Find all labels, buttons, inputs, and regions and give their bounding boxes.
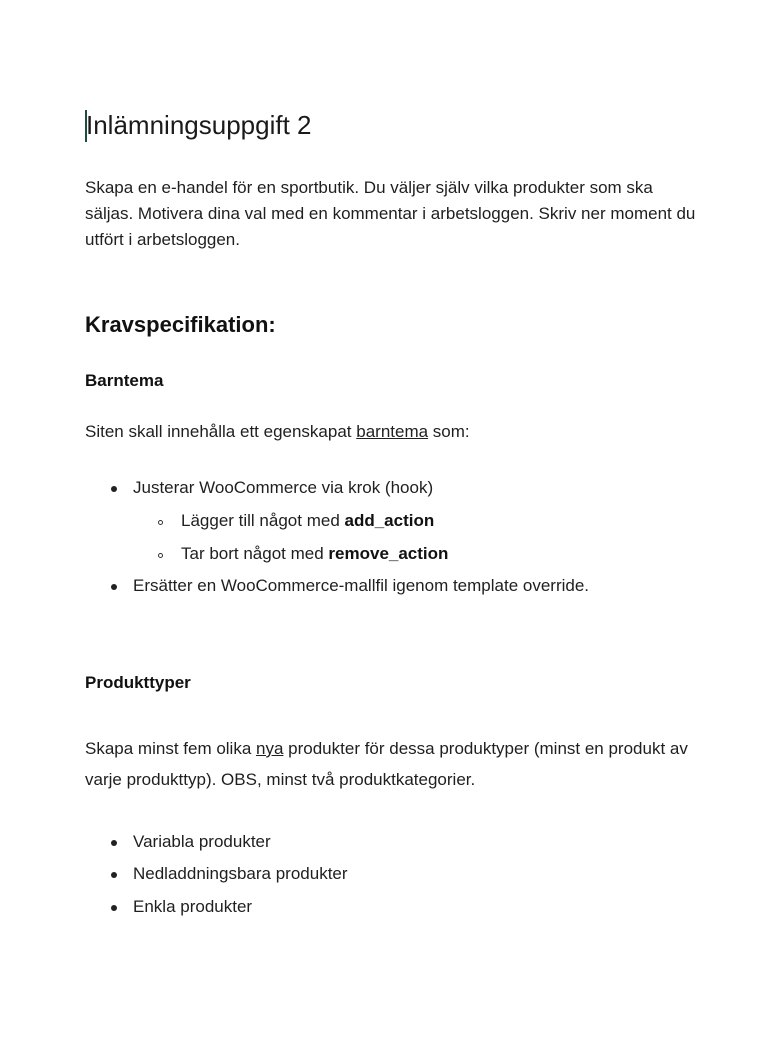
produkttyper-heading[interactable]: Produkttyper: [85, 671, 191, 695]
bullet-dot-icon: [111, 840, 117, 846]
list-item-text: Enkla produkter: [133, 897, 253, 916]
list-item[interactable]: Variabla produkter: [133, 830, 271, 854]
list-item-text: Lägger till något med: [181, 511, 345, 530]
code-text: add_action: [344, 511, 435, 530]
produkttyper-text-before: Skapa minst fem olika: [85, 739, 257, 758]
bullet-dot-icon: [111, 486, 117, 492]
list-item-text: Justerar WooCommerce via krok (hook): [133, 478, 434, 497]
requirements-heading[interactable]: Kravspecifikation:: [85, 309, 276, 341]
barntema-heading[interactable]: Barntema: [85, 369, 163, 393]
list-item-text: Variabla produkter: [133, 832, 271, 851]
list-item[interactable]: Ersätter en WooCommerce-mallfil igenom t…: [133, 574, 589, 598]
produkttyper-underline: nya: [256, 739, 284, 758]
barntema-text-after: som:: [428, 422, 470, 441]
bullet-dot-icon: [111, 905, 117, 911]
barntema-link[interactable]: barntema: [356, 422, 428, 441]
produkttyper-paragraph[interactable]: Skapa minst fem olika nya produkter för …: [85, 733, 705, 795]
list-item[interactable]: Lägger till något med add_action: [181, 509, 434, 533]
code-text: remove_action: [328, 544, 449, 563]
bullet-dot-icon: [111, 872, 117, 878]
list-item[interactable]: Nedladdningsbara produkter: [133, 862, 348, 886]
bullet-dot-icon: [111, 584, 117, 590]
list-item-text: Tar bort något med: [181, 544, 329, 563]
document-title[interactable]: Inlämningsuppgift 2: [86, 108, 311, 142]
document-page: Inlämningsuppgift 2 Skapa en e-handel fö…: [0, 0, 776, 1042]
barntema-paragraph[interactable]: Siten skall innehålla ett egenskapat bar…: [85, 419, 705, 445]
list-item[interactable]: Enkla produkter: [133, 895, 252, 919]
bullet-circle-icon: [158, 553, 163, 558]
intro-paragraph[interactable]: Skapa en e-handel för en sportbutik. Du …: [85, 175, 705, 253]
list-item-text: Ersätter en WooCommerce-mallfil igenom t…: [133, 576, 590, 595]
list-item-text: Nedladdningsbara produkter: [133, 864, 348, 883]
list-item[interactable]: Justerar WooCommerce via krok (hook): [133, 476, 433, 500]
list-item[interactable]: Tar bort något med remove_action: [181, 542, 448, 566]
bullet-circle-icon: [158, 520, 163, 525]
barntema-text-before: Siten skall innehålla ett egenskapat: [85, 422, 357, 441]
